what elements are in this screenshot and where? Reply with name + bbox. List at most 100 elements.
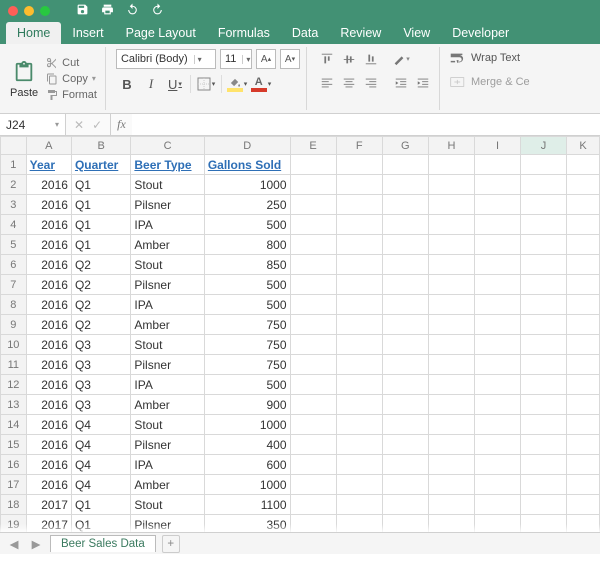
cell[interactable]: Q1 [71, 515, 130, 533]
cell[interactable] [520, 175, 566, 195]
cell[interactable]: 2016 [26, 335, 71, 355]
italic-button[interactable]: I [140, 73, 162, 95]
cell[interactable]: 2016 [26, 375, 71, 395]
cell[interactable]: 2016 [26, 455, 71, 475]
cell[interactable]: Amber [131, 475, 204, 495]
cell[interactable]: 500 [204, 215, 290, 235]
cell[interactable]: Stout [131, 335, 204, 355]
cell[interactable] [567, 315, 600, 335]
cell[interactable] [290, 355, 336, 375]
cell[interactable]: Q1 [71, 495, 130, 515]
cell[interactable] [382, 315, 428, 335]
cell[interactable]: Q2 [71, 315, 130, 335]
cell[interactable]: Q3 [71, 335, 130, 355]
ribbon-tab-view[interactable]: View [392, 22, 441, 44]
ribbon-tab-page-layout[interactable]: Page Layout [115, 22, 207, 44]
cell[interactable] [428, 195, 474, 215]
cell[interactable] [520, 415, 566, 435]
row-header[interactable]: 19 [1, 515, 27, 533]
cell[interactable]: 250 [204, 195, 290, 215]
cell[interactable] [290, 475, 336, 495]
cell[interactable] [382, 235, 428, 255]
cell[interactable] [290, 215, 336, 235]
cell[interactable] [475, 255, 521, 275]
cell[interactable] [336, 515, 382, 533]
cell[interactable] [520, 215, 566, 235]
text-color-button[interactable]: A▾ [250, 73, 272, 95]
cell[interactable] [475, 355, 521, 375]
cell[interactable] [382, 455, 428, 475]
cell[interactable]: Q1 [71, 215, 130, 235]
cell[interactable] [567, 275, 600, 295]
cell[interactable]: 500 [204, 275, 290, 295]
increase-indent-button[interactable] [413, 73, 433, 93]
cell[interactable] [475, 495, 521, 515]
cell[interactable] [336, 435, 382, 455]
cell[interactable] [290, 275, 336, 295]
fx-icon[interactable]: fx [111, 114, 132, 135]
cell[interactable]: Q4 [71, 435, 130, 455]
cell[interactable] [428, 335, 474, 355]
spreadsheet-grid[interactable]: ABCDEFGHIJK1YearQuarterBeer TypeGallons … [0, 136, 600, 532]
cell[interactable] [382, 375, 428, 395]
cell[interactable] [475, 175, 521, 195]
cell[interactable] [520, 475, 566, 495]
cell[interactable] [336, 395, 382, 415]
row-header[interactable]: 11 [1, 355, 27, 375]
cell[interactable] [428, 255, 474, 275]
cell[interactable] [382, 275, 428, 295]
cell[interactable]: Q2 [71, 295, 130, 315]
cell[interactable]: 600 [204, 455, 290, 475]
bold-button[interactable]: B [116, 73, 138, 95]
cell[interactable]: 2016 [26, 255, 71, 275]
cell[interactable]: 850 [204, 255, 290, 275]
row-header[interactable]: 10 [1, 335, 27, 355]
cell[interactable] [475, 515, 521, 533]
cell[interactable] [336, 155, 382, 175]
cell[interactable] [520, 315, 566, 335]
ribbon-tab-review[interactable]: Review [329, 22, 392, 44]
cell[interactable] [428, 275, 474, 295]
cell[interactable]: 350 [204, 515, 290, 533]
column-header-F[interactable]: F [336, 137, 382, 155]
align-right-button[interactable] [361, 73, 381, 93]
cell[interactable]: Q1 [71, 175, 130, 195]
row-header[interactable]: 15 [1, 435, 27, 455]
cell[interactable]: IPA [131, 375, 204, 395]
add-sheet-button[interactable]: + [162, 535, 180, 553]
cell[interactable]: 2016 [26, 235, 71, 255]
cell[interactable]: Q4 [71, 475, 130, 495]
cell[interactable] [475, 375, 521, 395]
cell[interactable] [290, 335, 336, 355]
ribbon-tab-developer[interactable]: Developer [441, 22, 520, 44]
merge-center-button[interactable]: Merge & Ce [450, 73, 530, 91]
zoom-window-button[interactable] [40, 6, 50, 16]
cell[interactable] [567, 475, 600, 495]
cancel-formula-button[interactable]: ✕ [74, 118, 84, 132]
save-icon[interactable] [76, 3, 89, 19]
cell[interactable]: Pilsner [131, 275, 204, 295]
format-painter-button[interactable]: Format [44, 88, 99, 102]
cell[interactable] [475, 315, 521, 335]
cell[interactable] [336, 475, 382, 495]
cell[interactable]: 1000 [204, 175, 290, 195]
cell[interactable]: Beer Type [131, 155, 204, 175]
cell[interactable] [567, 235, 600, 255]
cell[interactable] [520, 355, 566, 375]
decrease-indent-button[interactable] [391, 73, 411, 93]
cell[interactable] [520, 395, 566, 415]
row-header[interactable]: 18 [1, 495, 27, 515]
cell[interactable] [428, 495, 474, 515]
cell[interactable] [567, 515, 600, 533]
cell[interactable] [567, 175, 600, 195]
cell[interactable] [475, 155, 521, 175]
row-header[interactable]: 16 [1, 455, 27, 475]
cell[interactable] [520, 435, 566, 455]
cell[interactable] [336, 375, 382, 395]
column-header-D[interactable]: D [204, 137, 290, 155]
cell[interactable]: Q1 [71, 235, 130, 255]
cell[interactable] [382, 395, 428, 415]
cell[interactable] [428, 375, 474, 395]
cell[interactable] [428, 215, 474, 235]
undo-icon[interactable] [126, 3, 139, 19]
